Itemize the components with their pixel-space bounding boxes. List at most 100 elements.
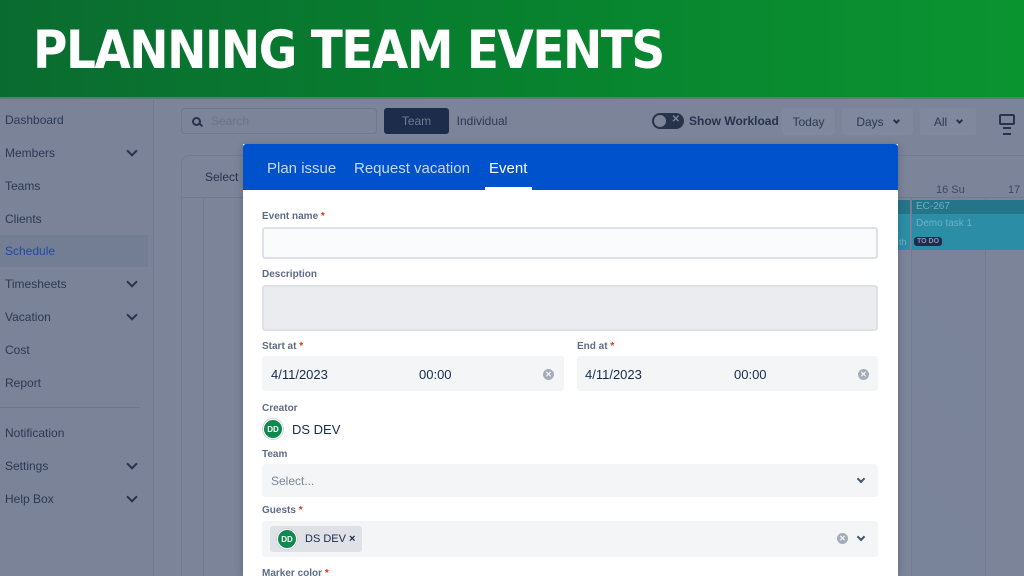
modal-tabs: Plan issue Request vacation Event [243, 144, 898, 190]
sidebar-item-cost[interactable]: Cost [0, 334, 148, 366]
creator-name: DS DEV [292, 422, 341, 437]
event-name-label: Event name * [262, 211, 325, 222]
start-date-value: 4/11/2023 [271, 367, 328, 382]
description-label: Description [262, 269, 318, 280]
sidebar-item-help-box[interactable]: Help Box [0, 483, 148, 515]
clear-icon[interactable]: ✕ [837, 533, 848, 544]
description-textarea[interactable] [262, 285, 878, 331]
chevron-down-icon [892, 116, 900, 124]
label-text: Start at [262, 341, 297, 352]
guest-name: DS DEV [305, 533, 346, 545]
sidebar-divider [0, 407, 140, 408]
tab-request-vacation[interactable]: Request vacation [354, 160, 470, 177]
sidebar-item-label: Report [5, 376, 42, 390]
clear-icon[interactable]: ✕ [543, 369, 554, 380]
status-badge: TO DO [914, 237, 943, 246]
sidebar-item-clients[interactable]: Clients [0, 203, 148, 235]
required-marker: * [324, 568, 329, 576]
team-select[interactable] [262, 464, 878, 497]
sidebar: Dashboard Members Teams Clients Schedule… [0, 100, 154, 576]
sidebar-item-label: Timesheets [5, 277, 67, 291]
sidebar-item-label: Settings [5, 459, 49, 473]
sidebar-item-timesheets[interactable]: Timesheets [0, 268, 148, 300]
marker-color-label: Marker color * [262, 568, 329, 576]
guests-label: Guests * [262, 505, 303, 516]
sidebar-item-report[interactable]: Report [0, 367, 148, 399]
end-at-label: End at * [577, 341, 614, 352]
banner-title: PLANNING TEAM EVENTS [33, 20, 665, 82]
avatar: DD [263, 419, 283, 439]
label-text: End at [577, 341, 608, 352]
task-id: EC-267 [916, 201, 950, 212]
filter-value: All [933, 114, 948, 129]
remove-guest-icon[interactable]: × [349, 533, 355, 545]
view-team-button[interactable]: Team [384, 108, 449, 134]
day-header: 17 [1008, 184, 1021, 196]
chevron-down-icon [126, 276, 138, 288]
creator-label: Creator [262, 403, 298, 414]
task-bar-header [898, 200, 910, 214]
sidebar-item-label: Vacation [5, 310, 51, 324]
tab-plan-issue[interactable]: Plan issue [267, 160, 336, 177]
label-text: Guests [262, 505, 296, 516]
team-placeholder: Select... [271, 474, 315, 488]
team-label: Team [262, 449, 288, 460]
sidebar-item-label: Notification [5, 426, 65, 440]
avatar: DD [277, 529, 297, 549]
today-label: Today [792, 114, 825, 129]
show-workload-label: Show Workload [689, 114, 779, 128]
sidebar-item-schedule[interactable]: Schedule [0, 235, 148, 267]
required-marker: * [610, 341, 615, 352]
sidebar-item-teams[interactable]: Teams [0, 170, 148, 202]
sidebar-item-settings[interactable]: Settings [0, 450, 148, 482]
required-marker: * [320, 211, 325, 222]
sidebar-item-notification[interactable]: Notification [0, 417, 148, 449]
chevron-down-icon [126, 491, 138, 503]
chevron-down-icon [126, 458, 138, 470]
label-text: Event name [262, 211, 319, 222]
sidebar-item-label: Schedule [5, 244, 56, 258]
close-icon: ✕ [671, 114, 680, 125]
sidebar-item-vacation[interactable]: Vacation [0, 301, 148, 333]
toggle-knob [654, 115, 666, 127]
chevron-down-icon [126, 145, 138, 157]
sidebar-item-label: Help Box [5, 492, 54, 506]
sidebar-item-label: Cost [5, 343, 30, 357]
active-tab-indicator [485, 187, 532, 190]
board-select-label: Select [205, 170, 239, 184]
task-fragment-label: th [899, 237, 907, 247]
search-icon [192, 116, 201, 126]
label-text: Marker color [262, 568, 323, 576]
sidebar-item-label: Members [5, 146, 56, 160]
start-time-value: 00:00 [419, 367, 452, 382]
view-individual-button[interactable]: Individual [449, 108, 515, 134]
board-column-divider [985, 198, 986, 576]
event-name-input[interactable] [262, 227, 878, 259]
filter-select[interactable]: All [920, 108, 976, 135]
sidebar-item-dashboard[interactable]: Dashboard [0, 104, 148, 136]
show-workload-toggle[interactable]: ✕ [652, 113, 684, 129]
required-marker: * [299, 341, 304, 352]
task-name: Demo task 1 [916, 218, 973, 229]
sidebar-item-label: Clients [5, 212, 42, 226]
event-modal: Plan issue Request vacation Event Event … [243, 144, 898, 576]
clear-icon[interactable]: ✕ [858, 369, 869, 380]
sidebar-item-label: Teams [5, 179, 41, 193]
chevron-down-icon [956, 116, 964, 124]
sidebar-item-members[interactable]: Members [0, 137, 148, 169]
chevron-down-icon [126, 309, 138, 321]
today-button[interactable]: Today [782, 108, 835, 135]
title-banner: PLANNING TEAM EVENTS [0, 0, 1024, 99]
search-placeholder: Search [211, 114, 250, 128]
weekend-hatch [912, 250, 985, 576]
day-header: 16 Su [936, 184, 965, 196]
board-column-divider [203, 198, 204, 576]
sidebar-item-label: Dashboard [5, 113, 64, 127]
end-time-value: 00:00 [734, 367, 767, 382]
range-select[interactable]: Days [842, 108, 913, 135]
end-date-value: 4/11/2023 [585, 367, 642, 382]
tab-event[interactable]: Event [489, 160, 527, 177]
monitor-icon[interactable] [999, 114, 1015, 135]
search-input[interactable]: Search [181, 108, 377, 134]
range-value: Days [856, 114, 884, 129]
